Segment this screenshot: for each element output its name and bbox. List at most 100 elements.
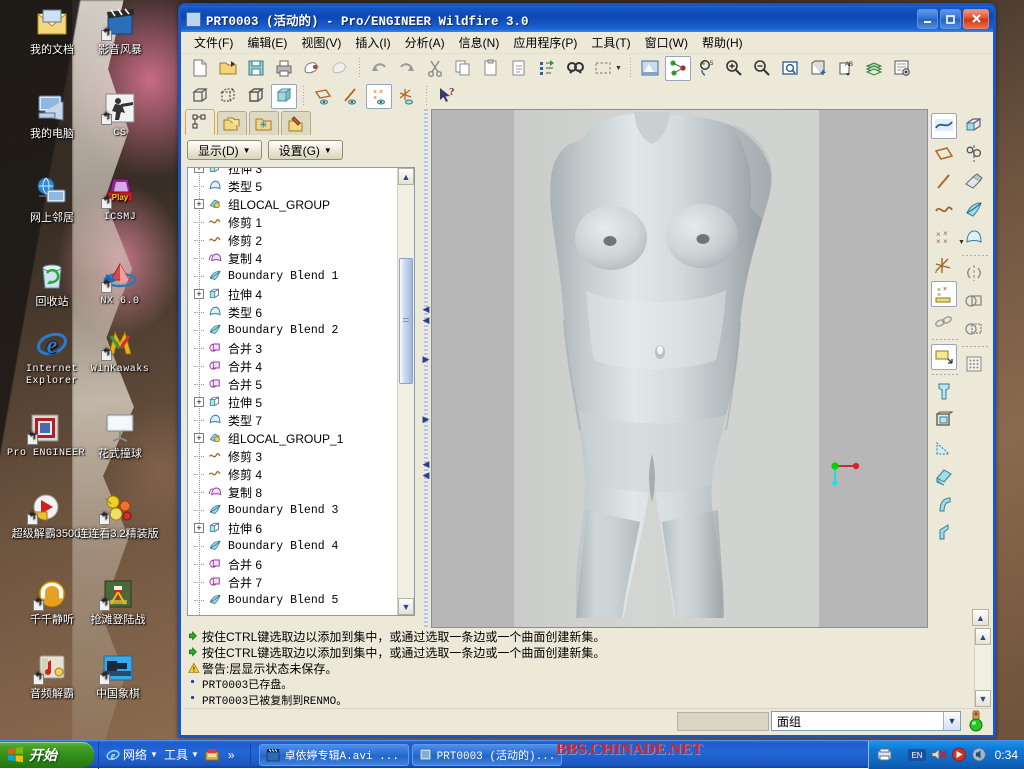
chevron-down-icon[interactable]: ▼ [615, 65, 622, 72]
tree-item[interactable]: 合并 4 [188, 357, 397, 375]
tab-favorites[interactable]: ✳ [249, 111, 279, 135]
datum-plane-icon[interactable] [310, 84, 336, 109]
desktop-icon-nx-cad[interactable]: NX 6.0 [78, 260, 162, 308]
collapse-left-arrow-icon[interactable]: ◀ [422, 459, 430, 469]
shell-tool-icon[interactable] [931, 407, 957, 433]
menu-edit[interactable]: 编辑(E) [240, 32, 294, 53]
menu-view[interactable]: 视图(V) [294, 32, 348, 53]
redo-icon[interactable] [394, 56, 420, 81]
tree-item[interactable]: 修剪 1 [188, 213, 397, 231]
model-tree-scrollbar[interactable]: ▲ ▼ [397, 168, 414, 615]
datum-axis-icon[interactable] [338, 84, 364, 109]
tree-item[interactable]: 合并 5 [188, 375, 397, 393]
tree-item[interactable]: +拉伸 6 [188, 519, 397, 537]
menu-applications[interactable]: 应用程序(P) [506, 32, 584, 53]
collapse-left-arrow-icon[interactable]: ◀ [422, 304, 430, 314]
select-box-icon[interactable] [590, 56, 616, 81]
tree-item[interactable]: Boundary Blend 1 [188, 267, 397, 285]
msg-scroll-up-button[interactable]: ▲ [975, 628, 991, 645]
revolve-tool-icon[interactable] [961, 141, 987, 167]
extrude-tool-icon[interactable] [961, 113, 987, 139]
spin-center-icon[interactable] [665, 56, 691, 81]
tree-item[interactable]: 合并 7 [188, 573, 397, 591]
tree-item[interactable]: +组LOCAL_GROUP [188, 195, 397, 213]
tree-item[interactable]: 复制 4 [188, 249, 397, 267]
tab-folder-browser[interactable] [217, 111, 247, 135]
tree-item[interactable]: 复制 8 [188, 483, 397, 501]
scroll-up-button[interactable]: ▲ [398, 168, 414, 185]
datum-point-tool-icon[interactable]: ×××× [931, 225, 957, 251]
save-icon[interactable] [243, 56, 269, 81]
reorient-icon[interactable]: 5 [693, 56, 719, 81]
rib-tool-icon[interactable] [931, 463, 957, 489]
tab-connections[interactable] [281, 111, 311, 135]
mirror-tool-icon[interactable] [961, 260, 987, 286]
tree-item[interactable]: Boundary Blend 3 [188, 501, 397, 519]
tree-item[interactable]: 修剪 4 [188, 465, 397, 483]
paste-icon[interactable] [478, 56, 504, 81]
reference-chain-icon[interactable] [931, 309, 957, 335]
trim-tool-icon[interactable] [961, 316, 987, 342]
tree-item[interactable]: 合并 6 [188, 555, 397, 573]
desktop-icon-mahjong-game[interactable]: PlayICSMJ [78, 176, 162, 224]
merge-tool-icon[interactable] [961, 288, 987, 314]
analysis-point-icon[interactable]: ××× [931, 281, 957, 307]
quick-launch-item[interactable]: » [225, 748, 238, 762]
desktop-icon-winkawaks[interactable]: WinKawaks [78, 328, 162, 376]
selection-filter-combo[interactable]: 面组 ▼ [771, 711, 961, 731]
shading-icon[interactable] [271, 84, 297, 109]
desktop-icon-proe[interactable]: Pro ENGINEER [4, 412, 88, 460]
menu-help[interactable]: 帮助(H) [695, 32, 750, 53]
scroll-thumb[interactable] [399, 258, 413, 384]
tree-item[interactable]: +拉伸 3 [188, 168, 397, 177]
right-toolbar-scroll-down[interactable]: ▲ [972, 609, 989, 626]
find-icon[interactable] [562, 56, 588, 81]
sketch-curve-icon[interactable] [931, 113, 957, 139]
desktop-icon-lianliankan[interactable]: 连连看3.2精装版 [76, 492, 160, 540]
splitter-grip[interactable] [424, 109, 428, 628]
undo-icon[interactable] [366, 56, 392, 81]
hole-tool-icon[interactable] [931, 379, 957, 405]
datum-plane-tool-icon[interactable] [931, 141, 957, 167]
tree-item[interactable]: +拉伸 5 [188, 393, 397, 411]
quick-launch-item[interactable]: e网络▼ [103, 746, 161, 763]
expand-node-button[interactable]: + [194, 199, 204, 209]
minimize-button[interactable] [917, 9, 938, 29]
tree-item[interactable]: +拉伸 4 [188, 285, 397, 303]
message-scrollbar[interactable]: ▲ ▼ [974, 628, 991, 707]
tree-item[interactable]: 合并 3 [188, 339, 397, 357]
expand-node-button[interactable]: + [194, 397, 204, 407]
desktop-icon-beach-landing-game[interactable]: 抢滩登陆战 [76, 578, 160, 626]
datum-csys-icon[interactable] [394, 84, 420, 109]
copy-icon[interactable] [450, 56, 476, 81]
tree-item[interactable]: +组LOCAL_GROUP_1 [188, 429, 397, 447]
settings-button[interactable]: 设置(G) ▼ [268, 140, 343, 160]
menu-analysis[interactable]: 分析(A) [398, 32, 452, 53]
desktop-icon-billiards-game[interactable]: 花式撞球 [78, 412, 162, 460]
blend-tool-icon[interactable] [961, 197, 987, 223]
curve-tool-icon[interactable] [931, 197, 957, 223]
coord-system-icon[interactable]: z [931, 253, 957, 279]
view-save-icon[interactable] [805, 56, 831, 81]
chamfer-tool-icon[interactable] [931, 519, 957, 545]
pattern-tool-icon[interactable] [961, 351, 987, 377]
context-help-icon[interactable]: ? [433, 84, 459, 109]
collapse-left-arrow-icon[interactable]: ◀ [422, 470, 430, 480]
expand-node-button[interactable]: + [194, 433, 204, 443]
expand-node-button[interactable]: + [194, 289, 204, 299]
print-icon[interactable] [271, 56, 297, 81]
collapse-left-arrow-icon[interactable]: ◀ [422, 315, 430, 325]
tree-item[interactable]: 类型 5 [188, 177, 397, 195]
tree-item[interactable]: 类型 6 [188, 303, 397, 321]
sweep-tool-icon[interactable] [961, 169, 987, 195]
named-view-icon[interactable]: AB [833, 56, 859, 81]
datum-display-icon[interactable] [637, 56, 663, 81]
zoom-out-icon[interactable] [749, 56, 775, 81]
window-titlebar[interactable]: PRT0003 (活动的) - Pro/ENGINEER Wildfire 3.… [181, 6, 993, 32]
wireframe-icon[interactable] [187, 84, 213, 109]
tab-model-tree[interactable] [185, 109, 215, 135]
menu-insert[interactable]: 插入(I) [348, 32, 397, 53]
tree-item[interactable]: 类型 7 [188, 411, 397, 429]
regenerate-icon[interactable] [534, 56, 560, 81]
close-button[interactable] [963, 9, 989, 29]
